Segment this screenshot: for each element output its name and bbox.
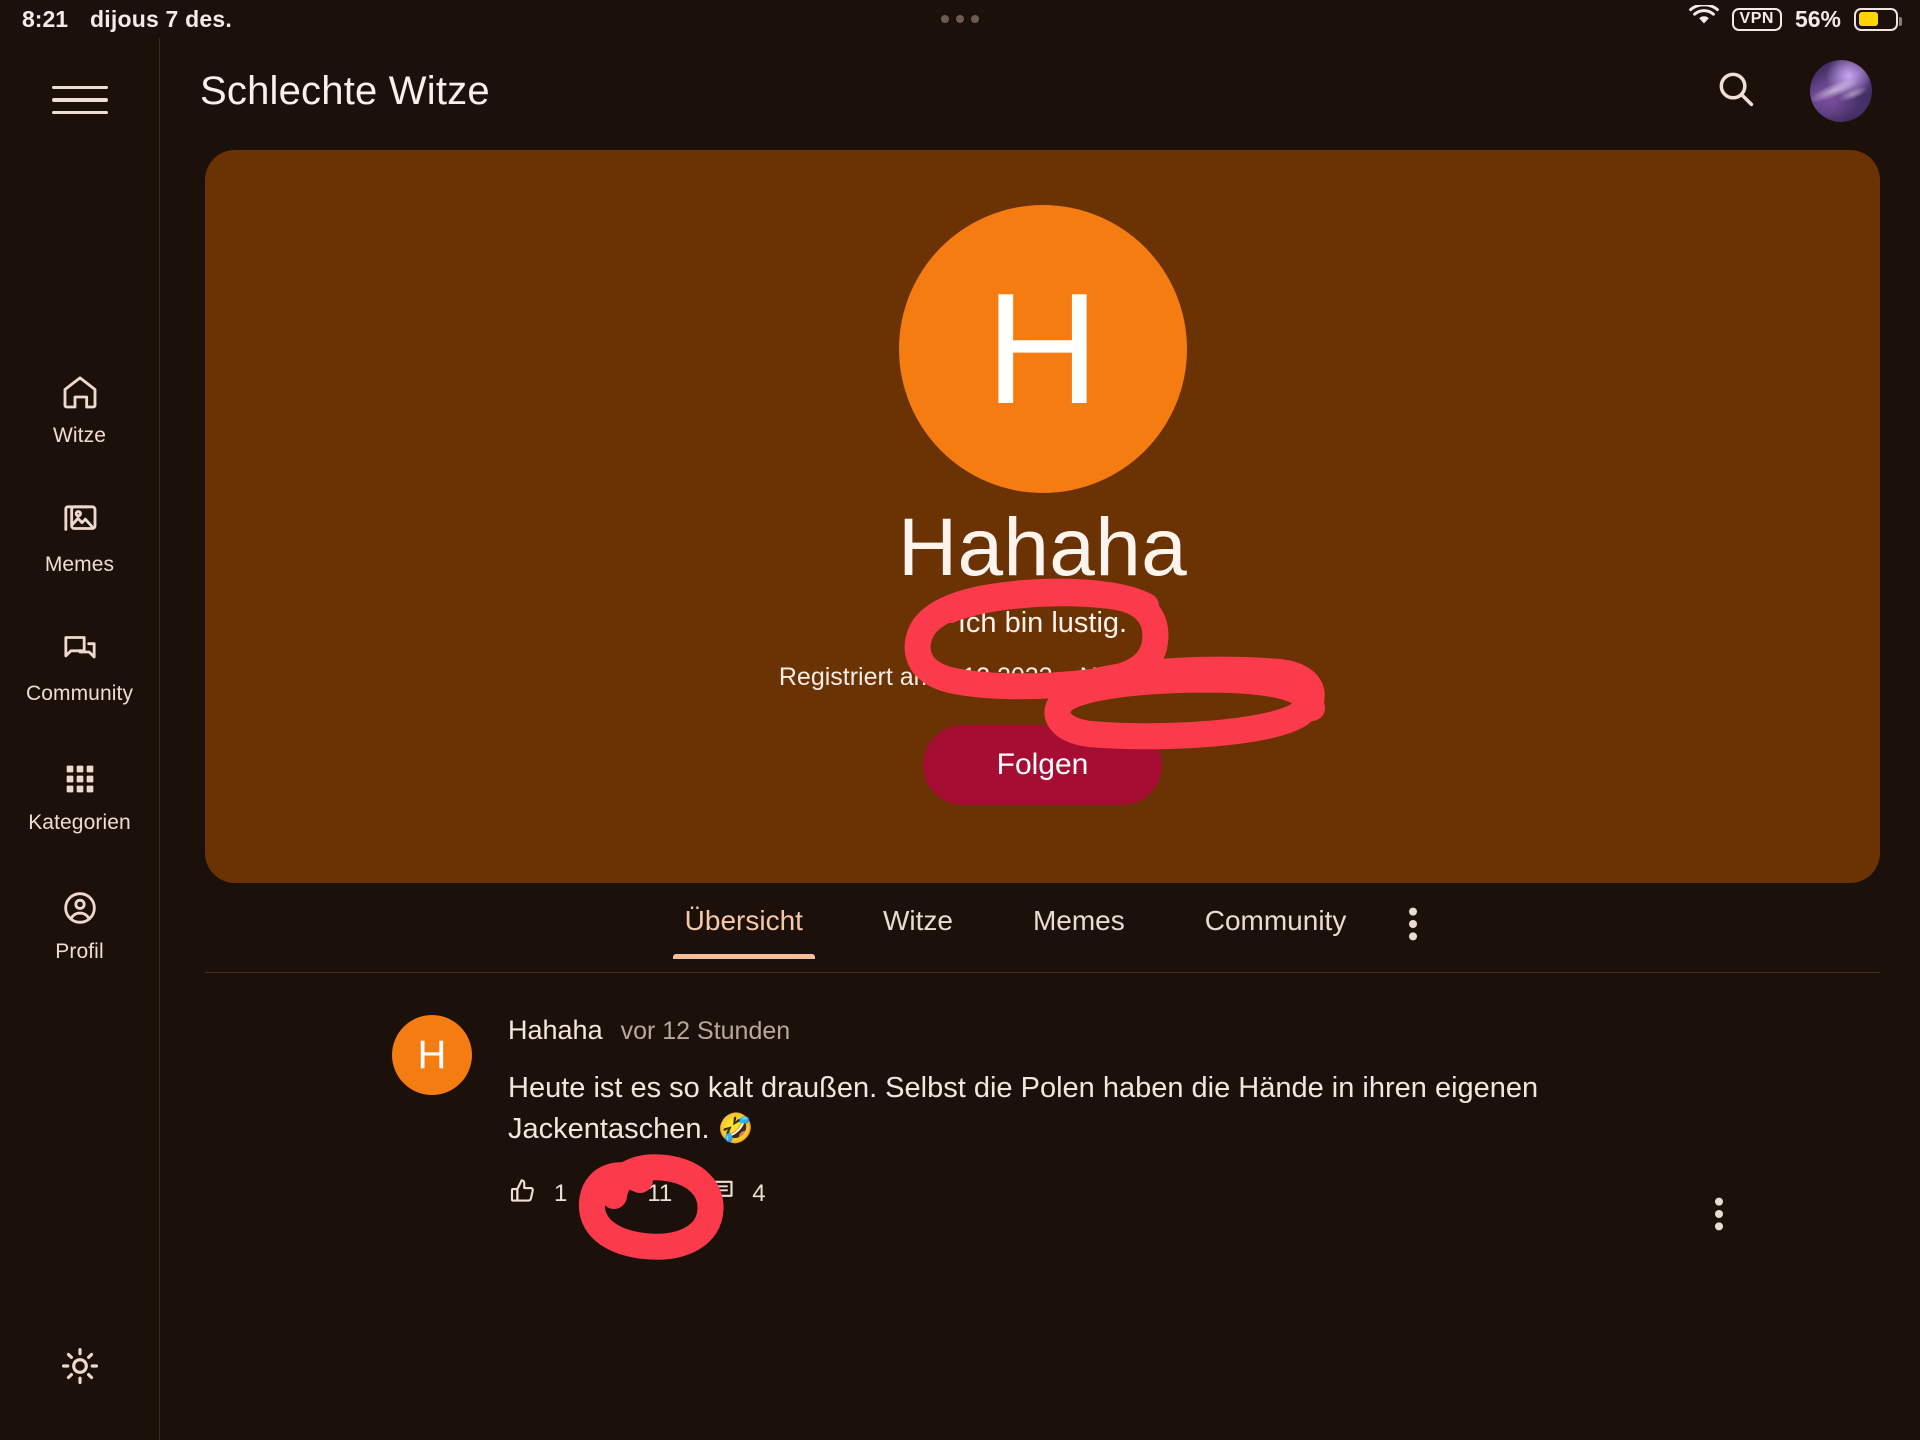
tabs-divider	[205, 972, 1880, 973]
page-title: Schlechte Witze	[200, 69, 490, 114]
profile-meta: Registriert am 6.12.2023 Noch keine Foll…	[779, 663, 1306, 692]
profile-followers: Noch keine Follower	[1080, 663, 1307, 692]
battery-percent: 56%	[1795, 6, 1841, 33]
vpn-badge: VPN	[1732, 8, 1782, 31]
sidebar-item-kategorien[interactable]: Kategorien	[0, 759, 159, 835]
home-icon	[60, 372, 100, 412]
post-actions: 1 11	[508, 1176, 1692, 1211]
tab-memes[interactable]: Memes	[993, 895, 1165, 959]
screen-root: 8:21 dijous 7 des. VPN 56%	[0, 0, 1920, 1440]
app-bar: Schlechte Witze	[160, 38, 1920, 144]
chat-bubbles-icon	[60, 630, 100, 670]
dislike-count: 11	[647, 1180, 672, 1208]
like-count: 1	[554, 1180, 567, 1208]
profile-avatar: H	[899, 205, 1187, 493]
tab-uebersicht[interactable]: Übersicht	[645, 895, 843, 959]
status-date: dijous 7 des.	[90, 6, 232, 33]
sidebar-item-profil[interactable]: Profil	[0, 888, 159, 964]
sidebar-item-label: Memes	[45, 553, 114, 577]
status-bar-center	[0, 0, 1920, 38]
hamburger-menu-icon[interactable]	[52, 78, 108, 122]
sidebar-item-label: Profil	[55, 940, 103, 964]
brightness-icon[interactable]	[59, 1345, 101, 1392]
sidebar: Witze Memes	[0, 38, 160, 1440]
comment-icon	[706, 1176, 736, 1211]
post-timestamp: vor 12 Stunden	[621, 1017, 791, 1046]
like-button[interactable]: 1	[508, 1176, 567, 1211]
post-header: Hahaha vor 12 Stunden	[508, 1015, 1692, 1046]
grid-apps-icon	[60, 759, 100, 799]
profile-bio: Ich bin lustig.	[958, 607, 1127, 640]
tabs-more-icon[interactable]	[1386, 895, 1440, 953]
post-avatar: H	[392, 1015, 472, 1095]
three-dots-icon	[941, 15, 979, 23]
post-author: Hahaha	[508, 1015, 603, 1046]
status-time: 8:21	[22, 6, 68, 33]
tab-witze[interactable]: Witze	[843, 895, 993, 959]
sidebar-item-label: Community	[26, 682, 133, 706]
comment-button[interactable]: 4	[706, 1176, 765, 1211]
sidebar-item-label: Kategorien	[28, 811, 131, 835]
status-bar: 8:21 dijous 7 des. VPN 56%	[0, 0, 1920, 38]
profile-registered: Registriert am 6.12.2023	[779, 663, 1053, 692]
comment-count: 4	[752, 1180, 765, 1208]
sidebar-item-community[interactable]: Community	[0, 630, 159, 706]
post-text: Heute ist es so kalt draußen. Selbst die…	[508, 1068, 1568, 1150]
status-bar-right: VPN 56%	[1689, 5, 1898, 33]
battery-icon	[1854, 8, 1898, 31]
follow-button[interactable]: Folgen	[923, 725, 1163, 805]
sidebar-nav: Witze Memes	[0, 372, 159, 964]
wifi-icon	[1689, 5, 1719, 33]
profile-tabs: Übersicht Witze Memes Community	[205, 895, 1880, 973]
post-item: H Hahaha vor 12 Stunden Heute ist es so …	[392, 1015, 1692, 1211]
avatar[interactable]	[1810, 60, 1872, 122]
thumb-up-icon	[508, 1176, 538, 1211]
post-body: Hahaha vor 12 Stunden Heute ist es so ka…	[508, 1015, 1692, 1211]
account-circle-icon	[60, 888, 100, 928]
profile-banner: H Hahaha Ich bin lustig. Registriert am …	[205, 150, 1880, 883]
post-more-icon[interactable]	[1714, 1197, 1724, 1236]
dislike-button[interactable]: 11	[601, 1176, 672, 1211]
thumb-down-icon	[601, 1176, 631, 1211]
profile-name: Hahaha	[898, 501, 1187, 595]
image-icon	[60, 501, 100, 541]
status-bar-left: 8:21 dijous 7 des.	[22, 6, 232, 33]
tab-community[interactable]: Community	[1165, 895, 1387, 959]
sidebar-item-memes[interactable]: Memes	[0, 501, 159, 577]
search-icon[interactable]	[1714, 67, 1758, 116]
app-bar-actions	[1714, 60, 1872, 122]
sidebar-item-label: Witze	[53, 424, 106, 448]
sidebar-item-witze[interactable]: Witze	[0, 372, 159, 448]
